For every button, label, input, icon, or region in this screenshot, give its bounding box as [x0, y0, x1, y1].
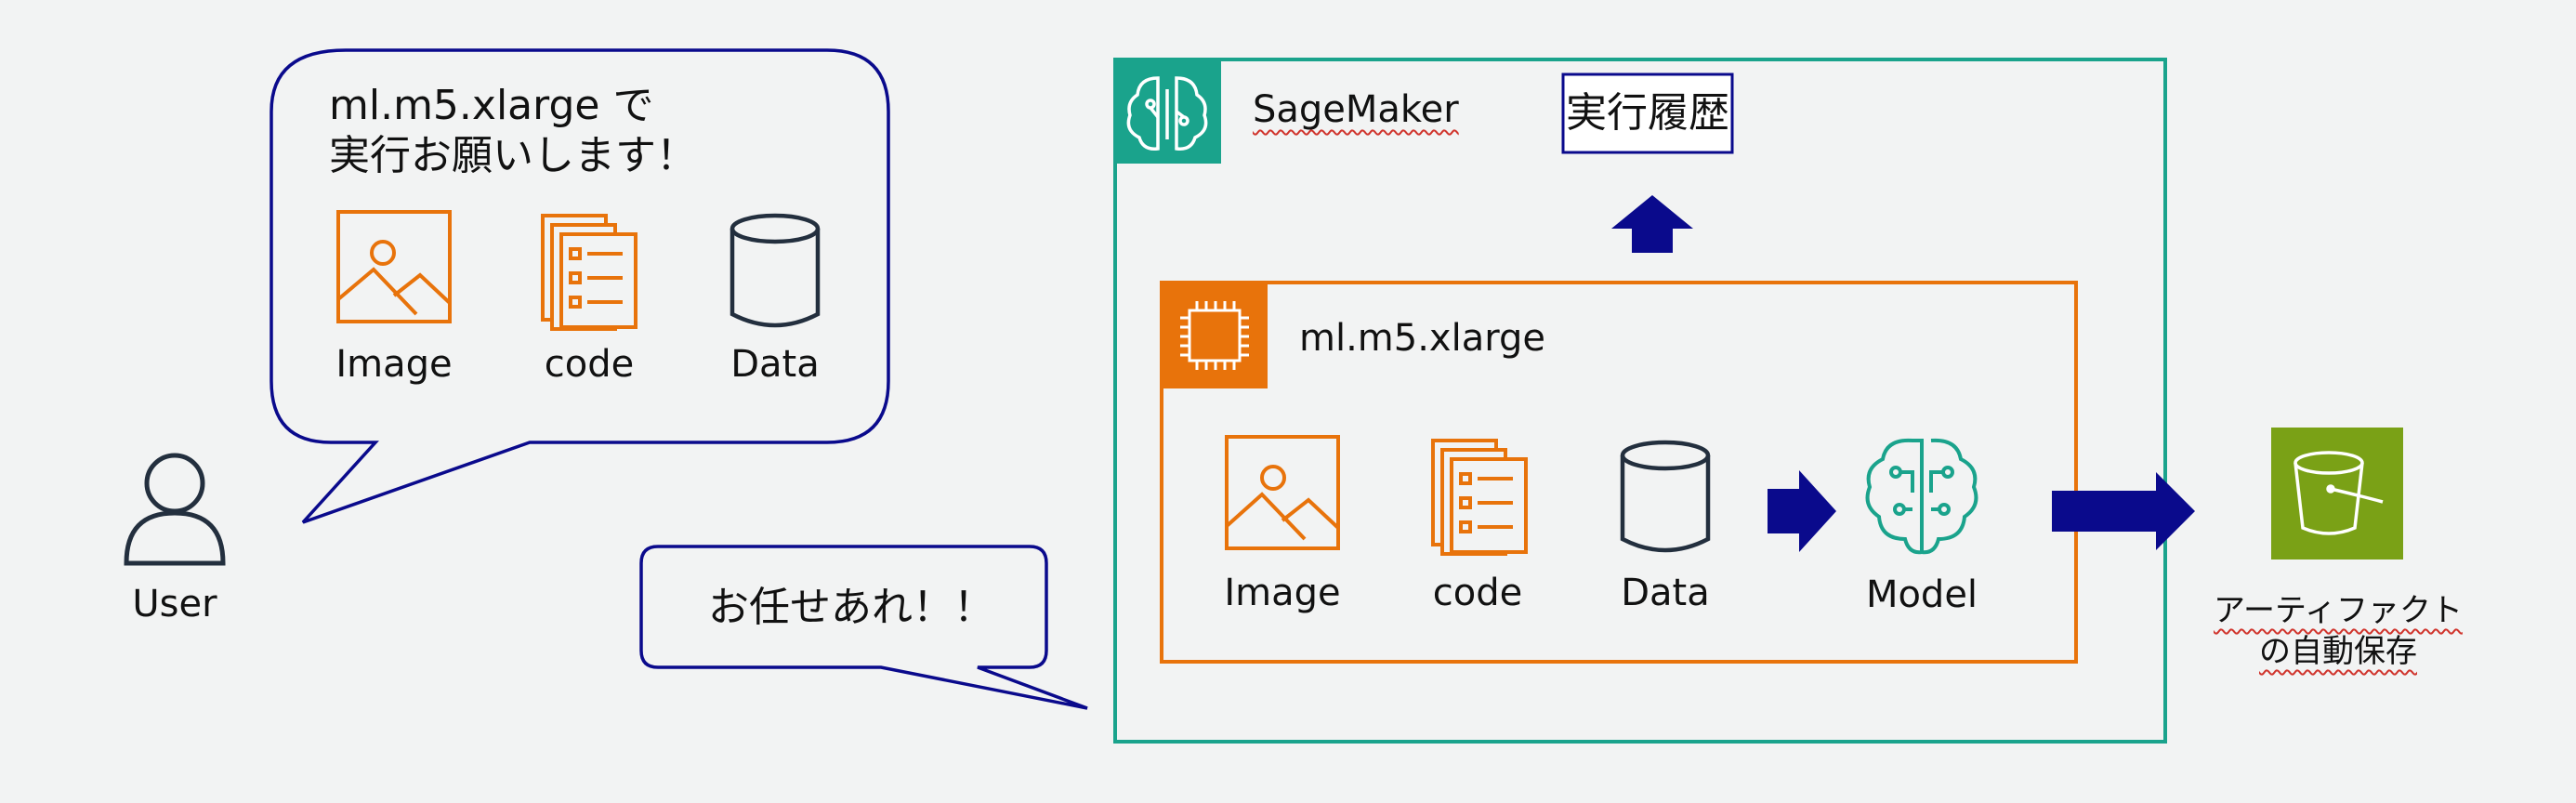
code-document-icon	[541, 214, 637, 331]
s3-icon-tile	[2271, 428, 2403, 559]
instance-data-label: Data	[1621, 572, 1710, 614]
user-label: User	[132, 583, 217, 625]
image-label: Image	[335, 343, 453, 386]
reply-text: お任せあれ！！	[708, 584, 994, 631]
instance-image-label: Image	[1224, 572, 1341, 614]
instance-database-icon	[1620, 440, 1711, 553]
right-arrow-icon	[1768, 470, 1836, 552]
ec2-icon-tile	[1162, 283, 1268, 388]
instance-image-icon	[1225, 435, 1340, 550]
model-label: Model	[1865, 573, 1978, 616]
history-label: 実行履歴	[1566, 89, 1729, 137]
artifact-label-line1: アーティファクト	[2214, 592, 2463, 629]
up-arrow-icon	[1611, 195, 1693, 253]
instance-code-label: code	[1432, 572, 1523, 614]
code-label: code	[544, 343, 635, 386]
user-request-line2: 実行お願いします！	[329, 132, 697, 179]
instance-title: ml.m5.xlarge	[1299, 317, 1545, 360]
user-icon	[124, 453, 226, 566]
big-right-arrow-icon	[2052, 472, 2195, 550]
instance-code-document-icon	[1431, 439, 1528, 556]
data-label: Data	[730, 343, 820, 386]
sagemaker-title: SageMaker	[1253, 88, 1459, 131]
artifact-label-line2: の自動保存	[2259, 633, 2417, 670]
model-brain-icon	[1865, 438, 1978, 555]
user-request-line1: ml.m5.xlarge で	[329, 82, 654, 129]
sagemaker-frame	[1113, 58, 2167, 744]
